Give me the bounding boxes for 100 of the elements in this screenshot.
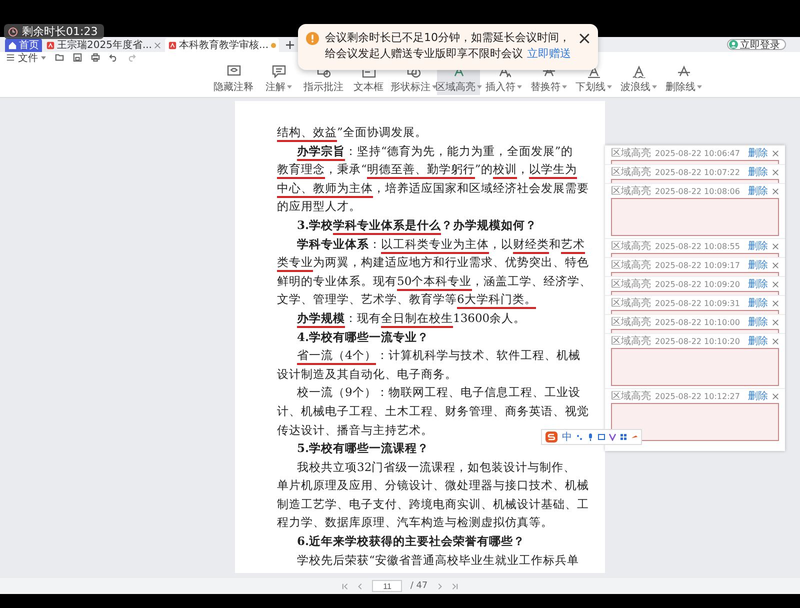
comment-time: 2025-08-22 10:07:22 (655, 168, 740, 176)
comment-type: 区域高亮 (611, 166, 651, 179)
page-number-field[interactable]: 11 (372, 580, 402, 592)
comment-field[interactable] (611, 253, 779, 257)
comment-field[interactable] (611, 272, 779, 276)
comment-field[interactable] (611, 198, 779, 236)
delete-link[interactable]: 删除 (748, 315, 768, 329)
microphone-icon[interactable] (587, 433, 594, 441)
document-line: 单片机原理及应用、分镜设计、微处理器与接口技术、机械 (277, 477, 589, 494)
delete-link[interactable]: 删除 (748, 239, 768, 253)
document-line: 6.近年来学校获得的主要社会荣誉有哪些？ (296, 533, 526, 550)
document-tab[interactable]: 首页 (5, 38, 42, 52)
comment-field[interactable] (611, 291, 779, 295)
comment-type: 区域高亮 (611, 316, 651, 329)
document-line: 学校先后荣获“安徽省普通高校毕业生就业工作标兵单 (296, 552, 579, 569)
file-menu-button[interactable]: 文件 (6, 50, 46, 64)
comment-time: 2025-08-22 10:10:20 (655, 336, 740, 346)
document-line: 设计制造及其自动化、电子商务。 (277, 366, 457, 383)
comment-field[interactable] (611, 403, 779, 441)
toolbar-button[interactable]: 隐藏注释 (212, 63, 255, 95)
toast-message: 会议剩余时长已不足10分钟，如需延长会议时间，给会议发起人赠送专业版即享不限时会议 立即赠送 (325, 30, 572, 62)
delete-link[interactable]: 删除 (748, 146, 768, 160)
comment-type: 区域高亮 (611, 390, 651, 403)
comment-type: 区域高亮 (611, 240, 651, 253)
comment-field[interactable] (611, 160, 779, 164)
document-line: 教育理念，秉承“明德至善、勤学躬行”的校训，以学生为 (277, 160, 577, 179)
comment-type: 区域高亮 (611, 184, 651, 198)
s-logo-icon[interactable] (545, 431, 558, 443)
comment-time: 2025-08-22 10:08:55 (655, 242, 740, 250)
document-line: 中心、教师为主体，培养适应国家和区域经济社会发展需要 (277, 178, 589, 198)
comment-time: 2025-08-22 10:09:20 (655, 280, 740, 288)
delete-link[interactable]: 删除 (748, 258, 768, 272)
toolbar-button[interactable]: 下划线 (572, 63, 615, 95)
document-line: 5.学校有哪些一流课程？ (296, 440, 430, 458)
clock-icon (8, 26, 18, 36)
gift-link[interactable]: 立即赠送 (527, 47, 571, 60)
document-line: 办学宗旨：坚持“德育为先，能力为重，全面发展”的 (277, 142, 573, 160)
menu-icon (6, 53, 15, 62)
delete-link[interactable]: 删除 (748, 389, 768, 403)
grid-icon[interactable] (620, 433, 627, 441)
document-line: 文学、管理学、艺术学、教育学等6大学科门类。 (277, 290, 536, 309)
undo-icon[interactable] (109, 53, 118, 62)
comment-time: 2025-08-22 10:09:17 (655, 260, 740, 270)
comment-field[interactable] (611, 310, 779, 314)
document-tab[interactable]: 本科教育教学审核... (165, 38, 279, 52)
delete-link[interactable]: 删除 (748, 296, 768, 310)
document-line: 校一流（9个）：物联网工程、电子信息工程、工业设 (296, 384, 580, 402)
toolbar-button[interactable]: 删除线 (662, 63, 705, 95)
comment-type: 区域高亮 (611, 258, 651, 272)
new-tab-icon[interactable] (284, 40, 295, 50)
save-icon[interactable] (73, 53, 82, 62)
folder-icon[interactable] (55, 53, 64, 62)
delete-link[interactable]: 删除 (748, 334, 768, 348)
toolbar-button[interactable]: 替换符 (527, 63, 570, 95)
close-icon[interactable] (579, 33, 590, 44)
punctuation-icon[interactable] (576, 433, 583, 441)
keyboard-icon[interactable] (598, 433, 605, 441)
first-page-icon[interactable] (342, 582, 350, 590)
delete-link[interactable]: 删除 (748, 165, 768, 179)
document-line: 制造工艺学、电子支付、跨境电商实训、机械设计基础、工 (277, 496, 589, 513)
wavy-line-icon (632, 64, 646, 78)
document-line: 类专业为两翼，构建适应地方和行业需求、优势突出、特色 (277, 253, 589, 272)
comment-type: 区域高亮 (611, 146, 651, 160)
document-line: 计、机械电子工程、土木工程、财务管理、商务英语、视觉 (277, 402, 589, 420)
comment-time: 2025-08-22 10:09:31 (655, 298, 740, 308)
comment-eye-icon (226, 64, 240, 78)
document-line: 3.学校学科专业体系是什么？办学规模如何？ (277, 216, 538, 235)
ime-mode-text[interactable]: 中 (562, 430, 572, 444)
document-line: 的应用型人才。 (277, 198, 361, 216)
delete-link[interactable]: 删除 (748, 184, 768, 198)
avatar-icon (729, 40, 738, 49)
comment-time: 2025-08-22 10:10:00 (655, 318, 740, 326)
delete-link[interactable]: 删除 (748, 277, 768, 291)
pdf-file-icon (46, 40, 55, 50)
comment-field[interactable] (611, 329, 779, 333)
comment-field[interactable] (611, 179, 779, 183)
comment-time: 2025-08-22 10:08:06 (655, 186, 740, 196)
document-line: 4.学校有哪些一流专业？ (296, 328, 430, 346)
comment-field[interactable] (611, 348, 779, 386)
document-line: 我校共立项32门省级一流课程，如包装设计与制作、 (296, 458, 576, 476)
comment-time: 2025-08-22 10:12:27 (655, 392, 740, 400)
comment-type: 区域高亮 (611, 296, 651, 310)
document-line: 传达设计、播音与主持艺术。 (277, 422, 433, 438)
next-page-icon[interactable] (436, 582, 443, 590)
comment-type: 区域高亮 (611, 334, 651, 348)
login-button[interactable]: 立即登录 (727, 39, 786, 50)
comment-type: 区域高亮 (611, 278, 651, 291)
document-line: 程力学、数据库原理、汽车构造与检测虚拟仿真等。 (277, 514, 553, 532)
note-icon (272, 64, 286, 78)
document-line: 办学规模：现有全日制在校生13600余人。 (277, 308, 526, 328)
pdf-file-icon (168, 40, 177, 50)
last-page-icon[interactable] (450, 582, 458, 590)
toolbar-button[interactable]: 注解 (257, 63, 300, 95)
document-line: 结构、效益”全面协调发展。 (277, 123, 427, 142)
comment-time: 2025-08-22 10:06:47 (655, 148, 740, 158)
document-line: 学科专业体系：以工科类专业为主体，以财经类和艺术 (277, 234, 585, 254)
toolbar-button[interactable]: 波浪线 (617, 63, 660, 95)
caret-icon (41, 56, 46, 60)
print-icon[interactable] (91, 53, 100, 62)
previous-page-icon[interactable] (357, 582, 364, 590)
